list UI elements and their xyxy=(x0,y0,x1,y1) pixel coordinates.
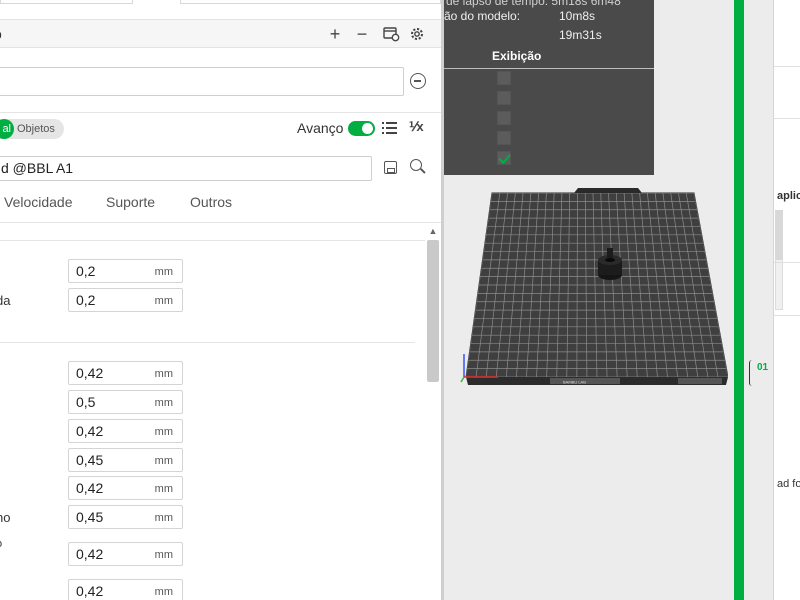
line-width-label: o xyxy=(0,538,2,550)
compare-icon[interactable]: ⅟x xyxy=(409,119,425,135)
side-scroll-thumb[interactable] xyxy=(775,210,783,260)
right-side-panel: aplic ad fo xyxy=(773,0,800,600)
y-axis xyxy=(460,376,465,383)
visibility-checkbox[interactable] xyxy=(497,151,511,165)
plate-settings-icon[interactable] xyxy=(380,23,402,45)
settings-scroll-area xyxy=(0,222,441,600)
plate-brand-label: BAMBU LAB xyxy=(563,380,586,385)
visibility-checkbox[interactable] xyxy=(497,71,511,85)
slice-info-panel: de lapso de tempo: 5m18s 6m48 ão do mode… xyxy=(444,0,654,175)
line-width-field[interactable]: 0,45 mm xyxy=(68,448,183,472)
3d-viewport[interactable]: de lapso de tempo: 5m18s 6m48 ão do mode… xyxy=(444,0,731,600)
timelapse-row: de lapso de tempo: 5m18s 6m48 xyxy=(446,0,621,8)
scope-global[interactable]: al xyxy=(0,119,14,139)
side-text: ad fo xyxy=(777,478,800,490)
scroll-up-icon[interactable]: ▲ xyxy=(427,225,439,237)
first-layer-label: da xyxy=(0,293,11,308)
plus-icon[interactable]: + xyxy=(324,23,346,45)
visibility-header: Exibição xyxy=(492,49,542,63)
line-width-field[interactable]: 0,45 mm xyxy=(68,505,183,529)
line-width-field[interactable]: 0,42 mm xyxy=(68,476,183,500)
section-divider xyxy=(0,342,415,343)
layer-number-label: 01 xyxy=(757,362,769,373)
layer-height-field[interactable]: 0,2 mm xyxy=(68,259,183,283)
visibility-checkbox[interactable] xyxy=(497,131,511,145)
divider xyxy=(774,66,800,67)
search-icon[interactable] xyxy=(410,159,426,175)
object-list-field[interactable] xyxy=(0,67,404,96)
build-plate[interactable]: BAMBU LAB xyxy=(458,182,728,392)
line-width-field[interactable]: 0,5 mm xyxy=(68,390,183,414)
apply-text: aplic xyxy=(777,190,800,202)
top-field-stub-left[interactable] xyxy=(0,0,133,4)
scrollbar-thumb[interactable] xyxy=(427,240,439,382)
line-width-field[interactable]: 0,42 mm xyxy=(68,542,183,566)
divider xyxy=(774,262,800,263)
list-icon[interactable] xyxy=(382,121,398,135)
visibility-checkbox[interactable] xyxy=(497,111,511,125)
advanced-label: Avanço xyxy=(297,120,344,136)
slice-divider xyxy=(444,68,654,69)
plate-handle xyxy=(574,188,642,193)
process-header: o + − xyxy=(0,19,441,48)
preset-name-field[interactable]: d @BBL A1 xyxy=(0,156,372,181)
line-width-field[interactable]: 0,42 mm xyxy=(68,419,183,443)
model-time-label: ão do modelo: xyxy=(444,9,521,23)
model-time-value: 10m8s xyxy=(559,9,596,23)
layer-range-bar[interactable] xyxy=(734,0,744,600)
circle-minus-icon[interactable] xyxy=(410,73,426,89)
line-width-label: no xyxy=(0,510,11,525)
line-width-field[interactable]: 0,42 mm xyxy=(68,579,183,600)
first-layer-height-field[interactable]: 0,2 mm xyxy=(68,288,183,312)
divider xyxy=(774,118,800,119)
total-time-value: 19m31s xyxy=(559,28,602,42)
advanced-switch[interactable] xyxy=(348,121,375,136)
tab-speed[interactable]: Velocidade xyxy=(4,194,73,210)
scope-objects[interactable]: Objetos xyxy=(14,119,55,139)
tab-support[interactable]: Suporte xyxy=(106,194,155,210)
divider xyxy=(774,315,800,316)
settings-panel: o + − al Objetos Avanço ⅟x d @BBL A1 Vel… xyxy=(0,0,441,600)
layer-slider[interactable]: 01 xyxy=(731,0,773,600)
gear-icon[interactable] xyxy=(406,23,428,45)
process-title: o xyxy=(0,26,2,42)
tab-others[interactable]: Outros xyxy=(190,194,232,210)
minus-icon[interactable]: − xyxy=(351,23,373,45)
top-field-stub-right[interactable] xyxy=(180,0,441,4)
slider-handle[interactable] xyxy=(749,360,755,386)
section-divider xyxy=(0,240,425,241)
line-width-field[interactable]: 0,42 mm xyxy=(68,361,183,385)
visibility-checkbox[interactable] xyxy=(497,91,511,105)
scope-toggle[interactable]: al Objetos xyxy=(0,119,64,139)
divider xyxy=(0,112,441,113)
save-icon[interactable] xyxy=(384,161,397,174)
